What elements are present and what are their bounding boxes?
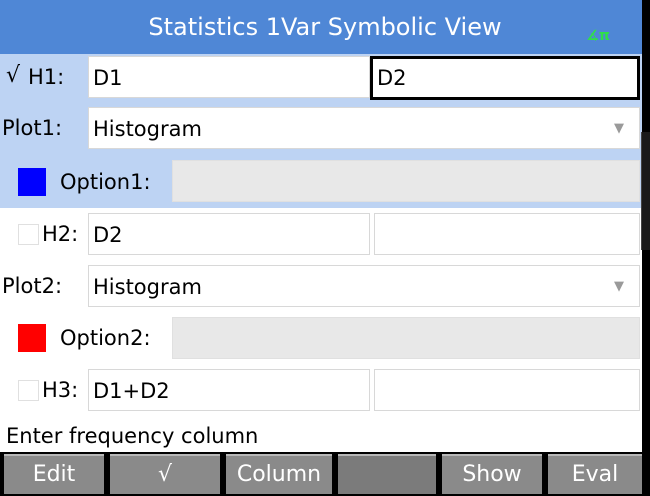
plot1-type-select[interactable]: Histogram ▼ [88, 107, 640, 149]
plot1-type-value: Histogram [93, 117, 202, 141]
h3-label: H3: [42, 378, 79, 402]
show-button[interactable]: Show [442, 454, 542, 494]
dropdown-arrow-icon: ▼ [614, 121, 624, 136]
edit-button[interactable]: Edit [4, 454, 104, 494]
h1-frequency-field[interactable]: D2 [370, 56, 640, 100]
option1-color-swatch[interactable] [18, 168, 46, 196]
eval-button[interactable]: Eval [548, 454, 642, 494]
h2-frequency-field[interactable] [374, 213, 640, 255]
angle-mode-icon: ∡π [586, 28, 610, 44]
dropdown-arrow-icon: ▼ [614, 279, 624, 294]
option2-color-swatch[interactable] [18, 324, 46, 352]
plot1-label: Plot1: [2, 116, 63, 140]
scrollbar-thumb[interactable] [641, 132, 650, 250]
h2-label: H2: [42, 222, 79, 246]
h1-row[interactable]: √ H1: D1 D2 [0, 54, 642, 100]
h2-row[interactable]: H2: D2 [0, 208, 642, 260]
option1-field[interactable] [172, 160, 640, 202]
blank-menu-button[interactable] [338, 454, 436, 494]
plot2-label: Plot2: [2, 274, 63, 298]
column-button[interactable]: Column [226, 454, 332, 494]
h1-data-field[interactable]: D1 [88, 56, 370, 98]
option2-field[interactable] [172, 317, 640, 359]
view-title: Statistics 1Var Symbolic View [148, 13, 502, 41]
option2-label: Option2: [60, 326, 151, 350]
status-message: Enter frequency column [6, 424, 259, 448]
option2-row[interactable]: Option2: [0, 312, 642, 364]
h1-label: H1: [28, 65, 65, 89]
h3-row[interactable]: H3: D1+D2 [0, 364, 642, 416]
plot2-row[interactable]: Plot2: Histogram ▼ [0, 260, 642, 312]
h2-data-field[interactable]: D2 [88, 213, 370, 255]
option1-row[interactable]: Option1: [0, 156, 642, 208]
screen-edge [641, 0, 650, 496]
h3-frequency-field[interactable] [374, 369, 640, 411]
soft-menu-bar: Edit √ Column Show Eval [0, 452, 642, 496]
option1-label: Option1: [60, 170, 151, 194]
h1-checkbox[interactable]: √ [6, 65, 27, 87]
plot2-type-select[interactable]: Histogram ▼ [88, 265, 640, 307]
h3-checkbox[interactable] [18, 380, 39, 401]
h2-checkbox[interactable] [18, 224, 39, 245]
title-bar: Statistics 1Var Symbolic View ∡π [0, 0, 650, 54]
h3-data-field[interactable]: D1+D2 [88, 369, 370, 411]
check-button[interactable]: √ [110, 454, 220, 494]
plot2-type-value: Histogram [93, 275, 202, 299]
plot1-row[interactable]: Plot1: Histogram ▼ [0, 100, 642, 156]
